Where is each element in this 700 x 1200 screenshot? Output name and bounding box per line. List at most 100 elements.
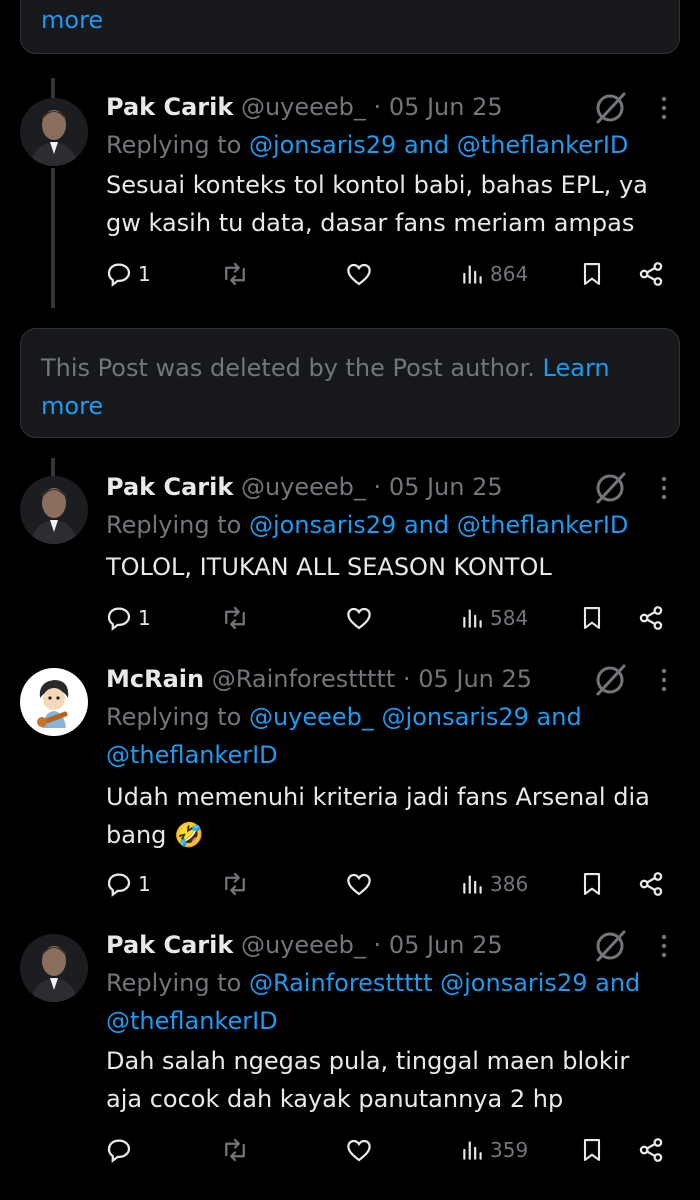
more-icon[interactable] [654, 662, 674, 698]
avatar[interactable] [20, 668, 88, 736]
mention-link[interactable]: @Rainforesttttt [249, 969, 433, 997]
reply-icon [107, 1139, 131, 1163]
bookmark-button[interactable] [578, 600, 606, 636]
grok-icon[interactable] [592, 928, 628, 964]
avatar[interactable] [20, 476, 88, 544]
bookmark-button[interactable] [578, 1132, 606, 1168]
repost-button[interactable] [220, 600, 250, 636]
username[interactable]: @uyeeeb_ [241, 473, 366, 501]
username[interactable]: @uyeeeb_ [241, 931, 366, 959]
mention-link[interactable]: @uyeeeb_ [249, 703, 374, 731]
bookmark-icon [583, 873, 601, 895]
replying-prefix: Replying to [106, 511, 242, 539]
avatar-image [20, 934, 88, 1002]
like-icon [347, 263, 371, 286]
mention-joiner: and [403, 131, 450, 159]
mention-joiner: and [595, 969, 641, 997]
tweet-body: TOLOL, ITUKAN ALL SEASON KONTOL [106, 548, 678, 586]
more-icon[interactable] [654, 90, 674, 126]
mention-link[interactable]: @theflankerID [457, 131, 629, 159]
mention-link[interactable]: @jonsaris29 [249, 511, 396, 539]
bookmark-button[interactable] [578, 866, 606, 902]
bookmark-icon [583, 607, 601, 629]
display-name[interactable]: Pak Carik [106, 473, 233, 501]
like-button[interactable] [344, 866, 374, 902]
grok-icon[interactable] [592, 662, 628, 698]
views-count: 864 [490, 262, 529, 286]
learn-more-link[interactable]: more [41, 6, 103, 34]
share-button[interactable] [636, 1132, 666, 1168]
username[interactable]: @Rainforesttttt [212, 665, 396, 693]
post-date[interactable]: 05 Jun 25 [389, 473, 503, 501]
reply-count: 1 [138, 262, 151, 286]
mention-link[interactable]: @jonsaris29 [382, 703, 529, 731]
views-button[interactable]: 359 [460, 1132, 528, 1168]
tweet-body: Udah memenuhi kriteria jadi fans Arsenal… [106, 778, 678, 854]
display-name[interactable]: McRain [106, 665, 204, 693]
learn-more-link[interactable]: Learn [543, 354, 610, 382]
tweet-text-line: aja cocok dah kayak panutannya 2 hp [106, 1085, 564, 1113]
more-icon[interactable] [654, 470, 674, 506]
mention-link[interactable]: @theflankerID [457, 511, 629, 539]
username[interactable]: @uyeeeb_ [241, 93, 366, 121]
tweet-text-line: TOLOL, ITUKAN ALL SEASON KONTOL [106, 553, 552, 581]
more-icon[interactable] [654, 928, 674, 964]
replying-prefix: Replying to [106, 969, 242, 997]
post-date[interactable]: 05 Jun 25 [389, 931, 503, 959]
separator: · [402, 665, 411, 693]
replying-to: Replying to @jonsaris29 and @theflankerI… [106, 506, 678, 544]
bookmark-icon [583, 263, 601, 285]
bookmark-button[interactable] [578, 256, 606, 292]
views-button[interactable]: 386 [460, 866, 528, 902]
like-button[interactable] [344, 600, 374, 636]
reply-button[interactable] [104, 1132, 138, 1168]
reply-icon [107, 263, 131, 287]
reply-button[interactable]: 1 [104, 256, 151, 292]
views-count: 584 [490, 606, 529, 630]
like-button[interactable] [344, 256, 374, 292]
tweet-text-line: Sesuai konteks tol kontol babi, bahas EP… [106, 171, 648, 199]
mention-link[interactable]: @theflankerID [106, 1002, 678, 1040]
avatar[interactable] [20, 98, 88, 166]
share-icon [639, 262, 663, 286]
tweet-body: Sesuai konteks tol kontol babi, bahas EP… [106, 166, 678, 242]
replying-prefix: Replying to [106, 131, 242, 159]
post-date[interactable]: 05 Jun 25 [418, 665, 532, 693]
learn-more-link[interactable]: more [41, 392, 103, 420]
reply-button[interactable]: 1 [104, 600, 151, 636]
like-button[interactable] [344, 1132, 374, 1168]
mention-link[interactable]: @theflankerID [106, 736, 678, 774]
thread-line [51, 458, 55, 476]
repost-icon [225, 1138, 245, 1162]
repost-button[interactable] [220, 256, 250, 292]
separator: · [373, 93, 382, 121]
replying-to: Replying to @Rainforesttttt @jonsaris29 … [106, 964, 678, 1040]
avatar-image [20, 476, 88, 544]
mention-link[interactable]: @jonsaris29 [440, 969, 587, 997]
deleted-post-text: This Post was deleted by the Post author… [41, 354, 535, 382]
reply-count: 1 [138, 872, 151, 896]
reply-button[interactable]: 1 [104, 866, 151, 902]
repost-button[interactable] [220, 866, 250, 902]
tweet-actions: 1 386 [104, 866, 674, 902]
views-button[interactable]: 584 [460, 600, 528, 636]
mention-link[interactable]: @jonsaris29 [249, 131, 396, 159]
post-date[interactable]: 05 Jun 25 [389, 93, 503, 121]
display-name[interactable]: Pak Carik [106, 931, 233, 959]
share-button[interactable] [636, 866, 666, 902]
views-count: 359 [490, 1138, 529, 1162]
share-button[interactable] [636, 256, 666, 292]
share-icon [639, 606, 663, 630]
views-button[interactable]: 864 [460, 256, 528, 292]
avatar-image [20, 668, 88, 736]
grok-icon[interactable] [592, 90, 628, 126]
display-name[interactable]: Pak Carik [106, 93, 233, 121]
avatar[interactable] [20, 934, 88, 1002]
share-button[interactable] [636, 600, 666, 636]
grok-icon[interactable] [592, 470, 628, 506]
tweet-text-line: bang [106, 821, 167, 849]
laughing-emoji: 🤣 [174, 821, 204, 849]
views-icon [463, 265, 482, 284]
repost-button[interactable] [220, 1132, 250, 1168]
repost-icon [225, 606, 245, 630]
